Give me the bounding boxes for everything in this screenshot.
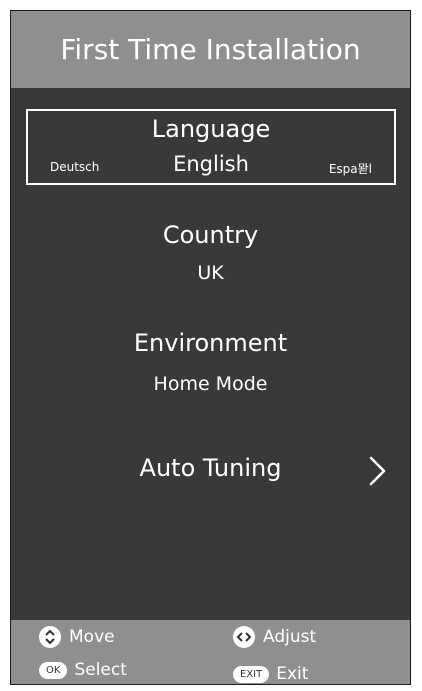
footer-hints: Move Adjust OK Select EXIT Exit: [11, 620, 410, 684]
select-hint: OK Select: [39, 660, 127, 680]
auto-tuning-item[interactable]: Auto Tuning: [11, 454, 410, 482]
country-label[interactable]: Country: [11, 221, 410, 249]
page-title: First Time Installation: [60, 33, 361, 66]
left-right-icon: [233, 626, 255, 648]
page-header: First Time Installation: [11, 11, 410, 88]
language-selector[interactable]: Language Deutsch English Espa뫋l: [26, 109, 396, 185]
exit-label: Exit: [276, 664, 309, 684]
adjust-hint: Adjust: [233, 626, 316, 648]
environment-label[interactable]: Environment: [11, 329, 410, 357]
exit-hint: EXIT Exit: [233, 664, 308, 684]
environment-value: Home Mode: [153, 373, 268, 395]
exit-key-icon: EXIT: [233, 665, 270, 683]
chevron-right-icon[interactable]: [367, 454, 389, 488]
ok-key-icon: OK: [39, 661, 68, 679]
language-label: Language: [151, 115, 271, 143]
installation-screen: First Time Installation Language Deutsch…: [10, 10, 411, 685]
adjust-label: Adjust: [263, 627, 317, 647]
language-next-option[interactable]: Espa뫋l: [329, 160, 372, 177]
select-label: Select: [74, 660, 127, 680]
move-label: Move: [69, 627, 115, 647]
up-down-icon: [39, 626, 61, 648]
country-value: UK: [197, 262, 224, 284]
move-hint: Move: [39, 626, 115, 648]
